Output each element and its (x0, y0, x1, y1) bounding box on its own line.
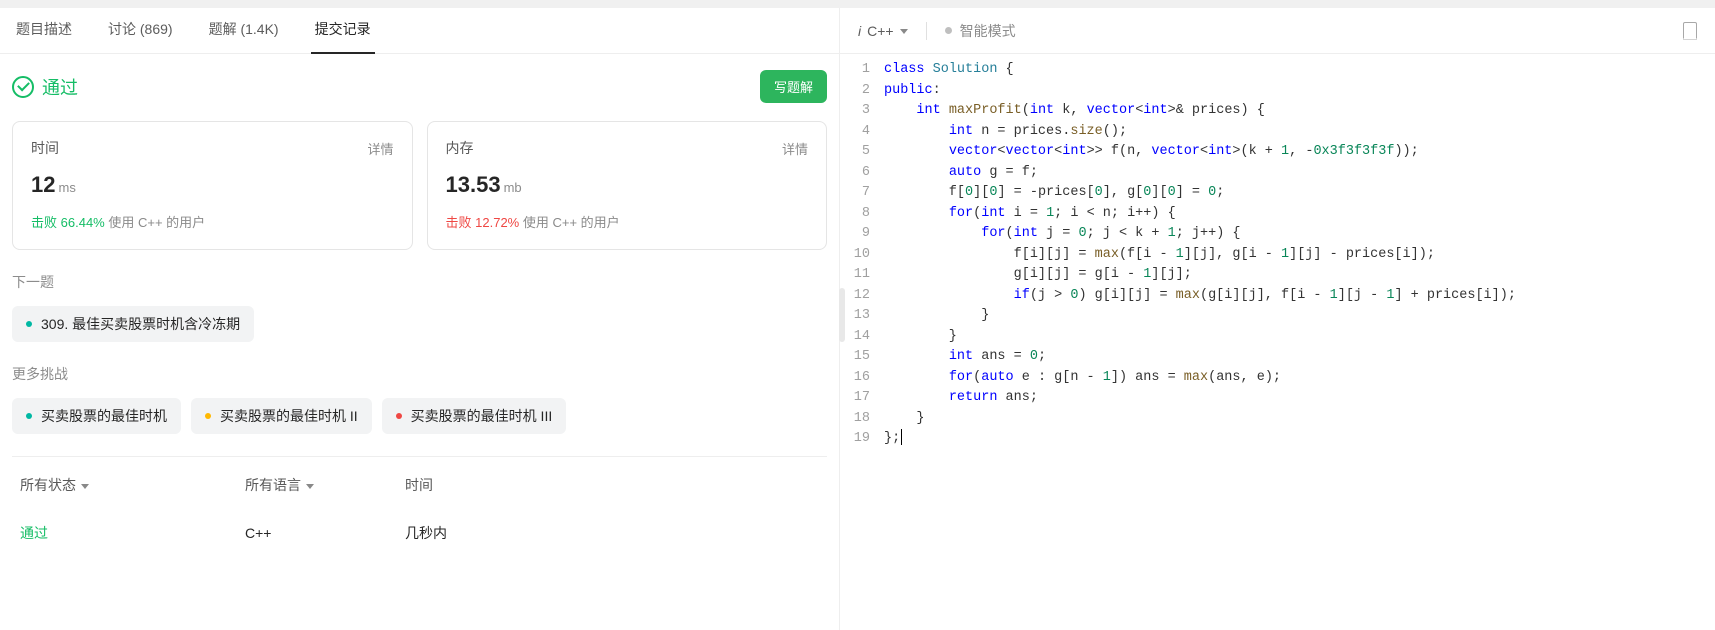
code-editor[interactable]: 12345678910111213141516171819 class Solu… (840, 54, 1715, 630)
write-solution-button[interactable]: 写题解 (760, 70, 827, 103)
next-problem-label: 309. 最佳买卖股票时机含冷冻期 (41, 314, 240, 334)
submission-status: 通过 (20, 523, 245, 543)
difficulty-dot-icon (396, 413, 402, 419)
time-card[interactable]: 时间 详情 12ms 击败 66.44% 使用 C++ 的用户 (12, 121, 413, 250)
tab-description[interactable]: 题目描述 (12, 8, 76, 54)
status-text: 通过 (42, 74, 78, 100)
problem-tabs: 题目描述 讨论 (869) 题解 (1.4K) 提交记录 (0, 8, 839, 54)
next-chip-row: 309. 最佳买卖股票时机含冷冻期 (12, 306, 827, 342)
metric-cards: 时间 详情 12ms 击败 66.44% 使用 C++ 的用户 (12, 121, 827, 250)
filter-time-header: 时间 (405, 475, 433, 495)
time-beat-percent: 66.44% (61, 215, 105, 230)
memory-beat-suffix: 使用 C++ 的用户 (523, 215, 620, 230)
submission-row[interactable]: 通过 C++ 几秒内 (12, 511, 827, 555)
challenge-chip-2[interactable]: 买卖股票的最佳时机 III (382, 398, 567, 434)
editor-panel: iC++ 智能模式 12345678910111213141516171819 … (840, 0, 1715, 630)
mode-dot-icon (945, 27, 952, 34)
time-beat: 击败 66.44% 使用 C++ 的用户 (31, 212, 394, 231)
tab-solutions[interactable]: 题解 (1.4K) (205, 8, 283, 54)
editor-toolbar: iC++ 智能模式 (840, 8, 1715, 54)
status-row: 通过 写题解 (12, 70, 827, 103)
memory-card-title: 内存 (446, 138, 474, 158)
memory-unit: mb (504, 180, 522, 195)
more-label: 更多挑战 (12, 364, 827, 384)
challenge-label: 买卖股票的最佳时机 (41, 406, 167, 426)
line-gutter: 12345678910111213141516171819 (840, 60, 884, 630)
filter-language-label: 所有语言 (245, 475, 301, 495)
difficulty-dot-icon (205, 413, 211, 419)
next-label: 下一题 (12, 272, 827, 292)
next-problem-chip[interactable]: 309. 最佳买卖股票时机含冷冻期 (12, 306, 254, 342)
time-card-detail-link[interactable]: 详情 (367, 139, 393, 158)
time-beat-suffix: 使用 C++ 的用户 (108, 215, 205, 230)
language-selector[interactable]: iC++ (858, 23, 908, 39)
challenge-label: 买卖股票的最佳时机 II (220, 406, 358, 426)
problem-panel: 题目描述 讨论 (869) 题解 (1.4K) 提交记录 通过 写题解 时间 详… (0, 0, 840, 630)
bookmark-icon[interactable] (1683, 22, 1697, 40)
difficulty-dot-icon (26, 413, 32, 419)
submission-lang: C++ (245, 525, 405, 541)
filter-status-label: 所有状态 (20, 475, 76, 495)
tab-discuss[interactable]: 讨论 (869) (104, 8, 177, 54)
chevron-down-icon (900, 29, 908, 34)
challenge-chip-1[interactable]: 买卖股票的最佳时机 II (191, 398, 372, 434)
submission-content: 通过 写题解 时间 详情 12ms 击败 66.44% (0, 54, 839, 630)
check-circle-icon (12, 76, 34, 98)
time-value: 12ms (31, 172, 394, 198)
time-number: 12 (31, 172, 55, 197)
time-card-title: 时间 (31, 138, 59, 158)
tab-submissions[interactable]: 提交记录 (311, 8, 375, 54)
time-beat-prefix: 击败 (31, 215, 57, 230)
code-area[interactable]: class Solution { public: int maxProfit(i… (884, 60, 1715, 630)
memory-number: 13.53 (446, 172, 501, 197)
language-label: C++ (867, 23, 893, 39)
smart-mode-toggle[interactable]: 智能模式 (945, 21, 1016, 41)
mode-label: 智能模式 (960, 21, 1016, 41)
toolbar-divider (926, 22, 927, 40)
memory-beat-percent: 12.72% (475, 215, 519, 230)
submission-filters: 所有状态 所有语言 时间 (12, 457, 827, 511)
difficulty-dot-icon (26, 321, 32, 327)
filter-time-label: 时间 (405, 475, 433, 495)
filter-language[interactable]: 所有语言 (245, 475, 405, 495)
memory-card-detail-link[interactable]: 详情 (782, 139, 808, 158)
chevron-down-icon (306, 484, 314, 489)
memory-card[interactable]: 内存 详情 13.53mb 击败 12.72% 使用 C++ 的用户 (427, 121, 828, 250)
status-accepted: 通过 (12, 74, 78, 100)
time-unit: ms (58, 180, 75, 195)
challenge-label: 买卖股票的最佳时机 III (411, 406, 553, 426)
submission-time: 几秒内 (405, 523, 447, 543)
chevron-down-icon (81, 484, 89, 489)
filter-status[interactable]: 所有状态 (20, 475, 245, 495)
more-chip-row: 买卖股票的最佳时机 买卖股票的最佳时机 II 买卖股票的最佳时机 III (12, 398, 827, 434)
memory-value: 13.53mb (446, 172, 809, 198)
challenge-chip-0[interactable]: 买卖股票的最佳时机 (12, 398, 181, 434)
memory-beat-prefix: 击败 (446, 215, 472, 230)
memory-beat: 击败 12.72% 使用 C++ 的用户 (446, 212, 809, 231)
